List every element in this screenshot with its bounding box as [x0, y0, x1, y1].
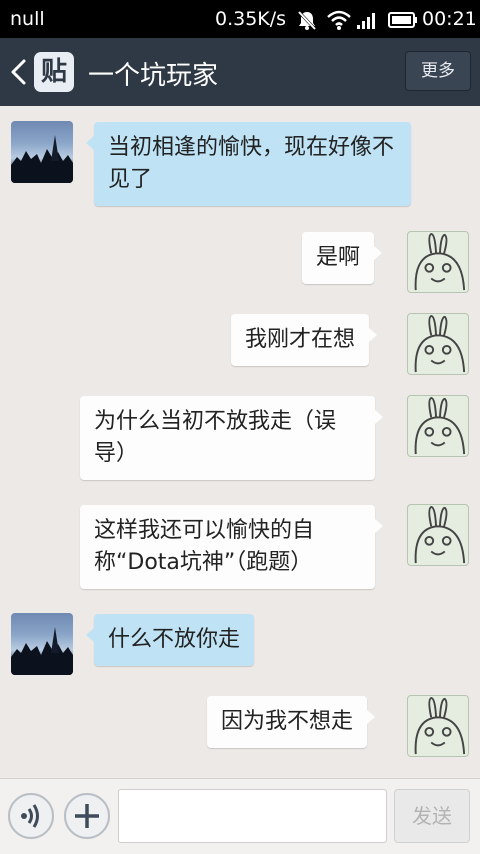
tieba-logo-badge[interactable]: 贴 — [34, 52, 74, 92]
bunny-avatar[interactable] — [407, 395, 469, 457]
sky-trees-avatar[interactable] — [11, 121, 73, 183]
bunny-avatar[interactable] — [407, 231, 469, 293]
outgoing-message-bubble: 是啊 — [302, 232, 383, 284]
add-attachment-button[interactable] — [64, 793, 110, 839]
incoming-message-bubble: 当初相逢的愉快，现在好像不见了 — [86, 122, 411, 206]
plus-icon — [75, 804, 99, 828]
message-input[interactable] — [118, 789, 387, 843]
incoming-message-bubble: 什么不放你走 — [85, 614, 255, 666]
battery-icon — [388, 12, 417, 28]
wifi-icon — [327, 10, 351, 30]
message-input-bar: 发送 — [0, 778, 480, 854]
clock: 00:21 — [422, 8, 477, 30]
signal-icon — [357, 13, 375, 29]
voice-button[interactable] — [8, 793, 54, 839]
voice-icon — [21, 804, 39, 828]
bunny-avatar[interactable] — [407, 695, 469, 757]
chat-title: 一个坑玩家 — [88, 61, 219, 91]
more-button[interactable]: 更多 — [405, 51, 471, 91]
outgoing-message-bubble: 为什么当初不放我走（误导） — [80, 396, 383, 480]
outgoing-message-bubble: 因为我不想走 — [207, 696, 376, 748]
sky-trees-avatar[interactable] — [11, 613, 73, 675]
send-button[interactable]: 发送 — [394, 789, 470, 843]
carrier-label: null — [10, 8, 45, 30]
bunny-avatar[interactable] — [407, 504, 469, 566]
network-speed: 0.35K/s — [215, 8, 287, 30]
outgoing-message-bubble: 我刚才在想 — [231, 314, 378, 366]
status-bar: null 0.35K/s 00:21 — [0, 0, 480, 38]
outgoing-message-bubble: 这样我还可以愉快的自称“Dota坑神”（跑题） — [80, 505, 383, 589]
chevron-left-icon[interactable] — [8, 58, 30, 86]
bunny-avatar[interactable] — [407, 313, 469, 375]
chat-header: 贴 一个坑玩家 更多 — [0, 38, 480, 106]
mute-icon — [297, 10, 317, 31]
